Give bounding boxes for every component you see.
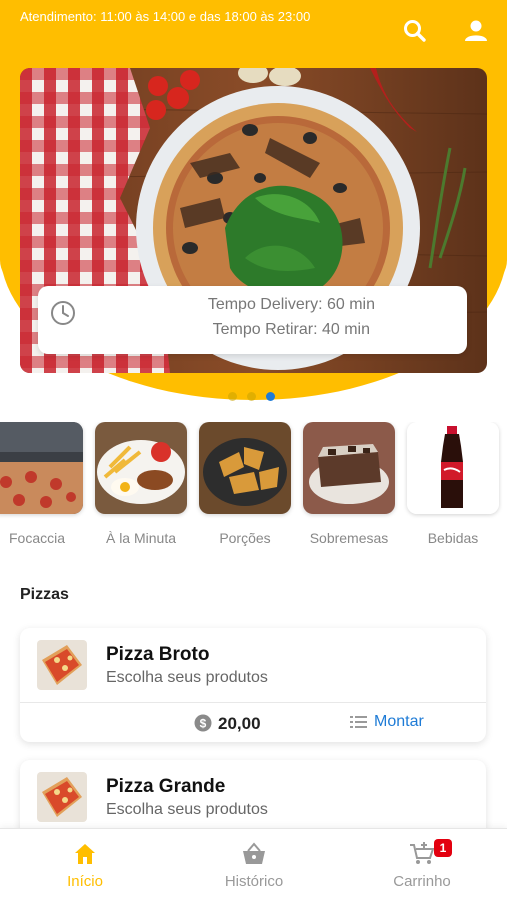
nav-history-label: Histórico <box>224 873 284 890</box>
bebidas-image <box>407 422 499 514</box>
clock-icon <box>51 301 75 325</box>
carousel-dot-active[interactable] <box>266 392 275 401</box>
category-label: Porções <box>219 530 271 546</box>
delivery-time: Tempo Delivery: 60 min <box>207 296 375 313</box>
assemble-label: Montar <box>374 713 424 730</box>
focaccia-image <box>0 422 83 514</box>
product-description: Escolha seus produtos <box>106 801 268 818</box>
product-thumbnail <box>37 640 87 690</box>
product-card[interactable]: Pizza Broto Escolha seus produtos $ 20,0… <box>20 628 486 742</box>
nav-cart-label: Carrinho <box>393 873 451 890</box>
category-focaccia[interactable]: Focaccia <box>0 422 83 546</box>
category-carousel[interactable]: Focaccia À la Minuta Porções Sobremesas … <box>0 422 507 552</box>
basket-icon <box>243 842 265 864</box>
category-sobremesas[interactable]: Sobremesas <box>303 422 395 546</box>
svg-text:$: $ <box>200 717 207 731</box>
bottom-navigation: Início Histórico 1 Carrinho <box>0 828 507 900</box>
a-la-minuta-image <box>95 422 187 514</box>
category-a-la-minuta[interactable]: À la Minuta <box>95 422 187 546</box>
product-price: 20,00 <box>218 714 261 733</box>
user-icon[interactable] <box>463 18 489 44</box>
category-porcoes[interactable]: Porções <box>199 422 291 546</box>
product-description: Escolha seus produtos <box>106 669 268 686</box>
nav-history[interactable]: Histórico <box>194 841 314 890</box>
carousel-dot[interactable] <box>247 392 256 401</box>
section-title: Pizzas <box>20 586 69 603</box>
product-divider <box>20 702 486 703</box>
product-name: Pizza Grande <box>106 776 226 797</box>
product-thumbnail <box>37 772 87 822</box>
porcoes-image <box>199 422 291 514</box>
home-icon <box>75 844 95 864</box>
category-label: Bebidas <box>427 530 479 546</box>
nav-home-label: Início <box>67 873 103 890</box>
category-label: À la Minuta <box>105 530 177 546</box>
nav-cart[interactable]: 1 Carrinho <box>362 839 482 890</box>
opening-hours: Atendimento: 11:00 às 14:00 e das 18:00 … <box>20 9 311 24</box>
sobremesas-image <box>303 422 395 514</box>
assemble-button[interactable]: Montar <box>350 710 424 734</box>
category-label: Sobremesas <box>309 530 389 546</box>
money-icon: $ <box>194 714 212 732</box>
carousel-dot[interactable] <box>228 392 237 401</box>
cart-add-icon <box>410 842 435 864</box>
delivery-info-card: Tempo Delivery: 60 min Tempo Retirar: 40… <box>38 286 467 354</box>
nav-home[interactable]: Início <box>25 841 145 890</box>
category-label: Focaccia <box>8 530 66 546</box>
search-icon[interactable] <box>402 18 428 44</box>
carousel-dots <box>228 392 275 401</box>
pickup-time: Tempo Retirar: 40 min <box>212 321 370 338</box>
product-name: Pizza Broto <box>106 644 210 665</box>
cart-count-badge: 1 <box>434 839 452 857</box>
category-bebidas[interactable]: Bebidas <box>407 422 499 546</box>
list-icon <box>350 716 367 728</box>
